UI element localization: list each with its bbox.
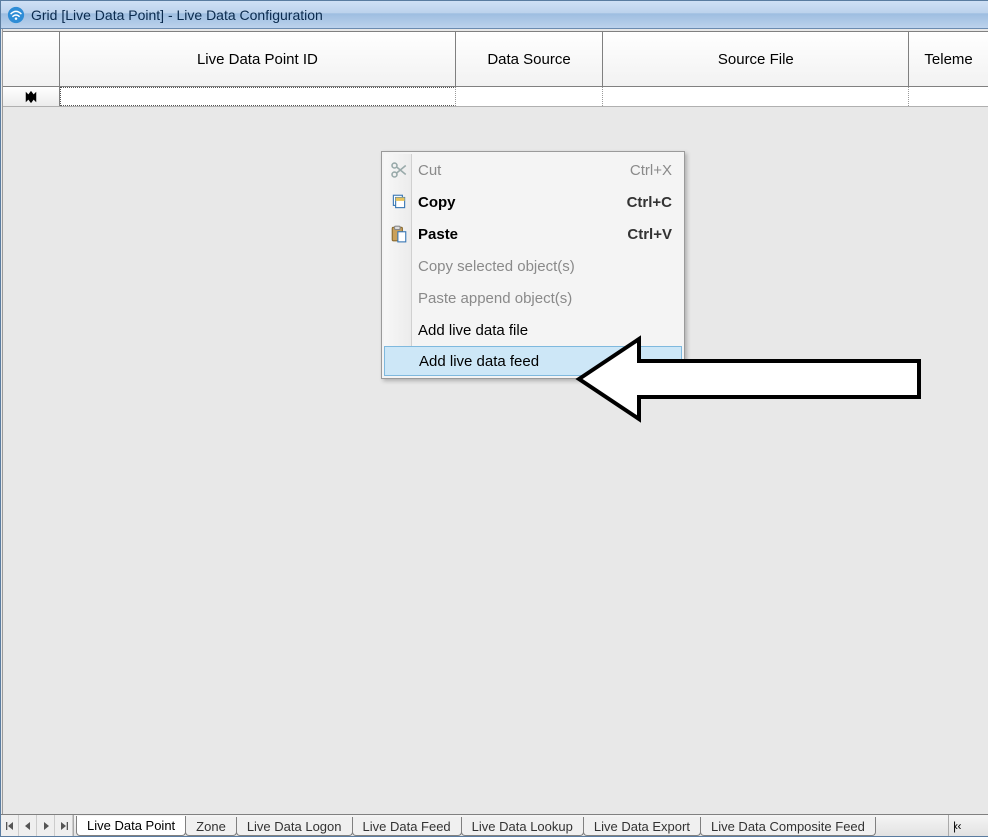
- new-record-row[interactable]: [3, 87, 988, 107]
- menu-shortcut: Ctrl+V: [627, 226, 672, 243]
- column-header-live-data-point-id[interactable]: Live Data Point ID: [60, 32, 455, 86]
- menu-item-copy[interactable]: Copy Ctrl+C: [384, 186, 682, 218]
- tab-nav-prev[interactable]: [19, 815, 37, 836]
- tab-label: Live Data Export: [594, 819, 690, 834]
- tab-label: Live Data Composite Feed: [711, 819, 865, 834]
- titlebar: Grid [Live Data Point] - Live Data Confi…: [1, 1, 988, 29]
- tab-live-data-lookup[interactable]: Live Data Lookup: [461, 817, 584, 836]
- menu-label: Paste: [418, 226, 458, 243]
- menu-item-copy-selected-objects: Copy selected object(s): [384, 250, 682, 282]
- menu-shortcut: Ctrl+C: [627, 194, 672, 211]
- menu-item-paste[interactable]: Paste Ctrl+V: [384, 218, 682, 250]
- menu-label: Copy: [418, 194, 456, 211]
- menu-label: Cut: [418, 162, 441, 179]
- tab-nav-buttons: [1, 815, 74, 836]
- tab-live-data-export[interactable]: Live Data Export: [583, 817, 701, 836]
- row-selector-header[interactable]: [3, 32, 60, 86]
- menu-label: Copy selected object(s): [418, 258, 575, 275]
- menu-label: Paste append object(s): [418, 290, 572, 307]
- column-headers-row: Live Data Point ID Data Source Source Fi…: [3, 31, 988, 87]
- cell-source-file[interactable]: [603, 87, 909, 106]
- menu-item-add-live-data-feed[interactable]: Add live data feed: [384, 346, 682, 376]
- tabstrip-spacer: [875, 815, 948, 836]
- tab-live-data-logon[interactable]: Live Data Logon: [236, 817, 353, 836]
- paste-icon: [390, 225, 408, 243]
- app-window: Grid [Live Data Point] - Live Data Confi…: [0, 0, 988, 837]
- context-menu: Cut Ctrl+X Copy Ctrl+C Paste Ctrl+V Copy…: [381, 151, 685, 379]
- column-header-telemetry[interactable]: Teleme: [909, 32, 988, 86]
- scissors-icon: [390, 161, 408, 179]
- tab-label: Live Data Logon: [247, 819, 342, 834]
- tab-nav-next[interactable]: [37, 815, 55, 836]
- tab-label: Live Data Lookup: [472, 819, 573, 834]
- overflow-label: |‹ ‹: [953, 819, 959, 833]
- tab-live-data-composite-feed[interactable]: Live Data Composite Feed: [700, 817, 876, 836]
- cell-telemetry[interactable]: [909, 87, 988, 106]
- menu-item-cut: Cut Ctrl+X: [384, 154, 682, 186]
- tab-live-data-point[interactable]: Live Data Point: [76, 816, 186, 836]
- sheet-tabs: Live Data Point Zone Live Data Logon Liv…: [74, 815, 875, 836]
- menu-label: Add live data file: [418, 322, 528, 339]
- tab-label: Zone: [196, 819, 226, 834]
- cell-data-source[interactable]: [456, 87, 604, 106]
- menu-shortcut: Ctrl+X: [630, 162, 672, 179]
- tab-live-data-feed[interactable]: Live Data Feed: [352, 817, 462, 836]
- tab-label: Live Data Feed: [363, 819, 451, 834]
- data-grid[interactable]: Live Data Point ID Data Source Source Fi…: [2, 29, 988, 814]
- menu-item-add-live-data-file[interactable]: Add live data file: [384, 314, 682, 346]
- new-row-indicator[interactable]: [3, 87, 60, 106]
- cell-live-data-point-id[interactable]: [60, 87, 455, 106]
- column-header-data-source[interactable]: Data Source: [456, 32, 604, 86]
- worksheet-tabstrip: Live Data Point Zone Live Data Logon Liv…: [1, 814, 988, 836]
- tab-label: Live Data Point: [87, 818, 175, 833]
- tab-nav-first[interactable]: [1, 815, 19, 836]
- menu-label: Add live data feed: [419, 353, 539, 370]
- tab-zone[interactable]: Zone: [185, 817, 237, 836]
- column-header-source-file[interactable]: Source File: [603, 32, 909, 86]
- copy-icon: [390, 193, 408, 211]
- tab-nav-last[interactable]: [55, 815, 73, 836]
- menu-item-paste-append-objects: Paste append object(s): [384, 282, 682, 314]
- tab-overflow-indicator[interactable]: |‹ ‹: [948, 815, 988, 836]
- wifi-icon: [7, 6, 25, 24]
- window-title: Grid [Live Data Point] - Live Data Confi…: [31, 7, 323, 23]
